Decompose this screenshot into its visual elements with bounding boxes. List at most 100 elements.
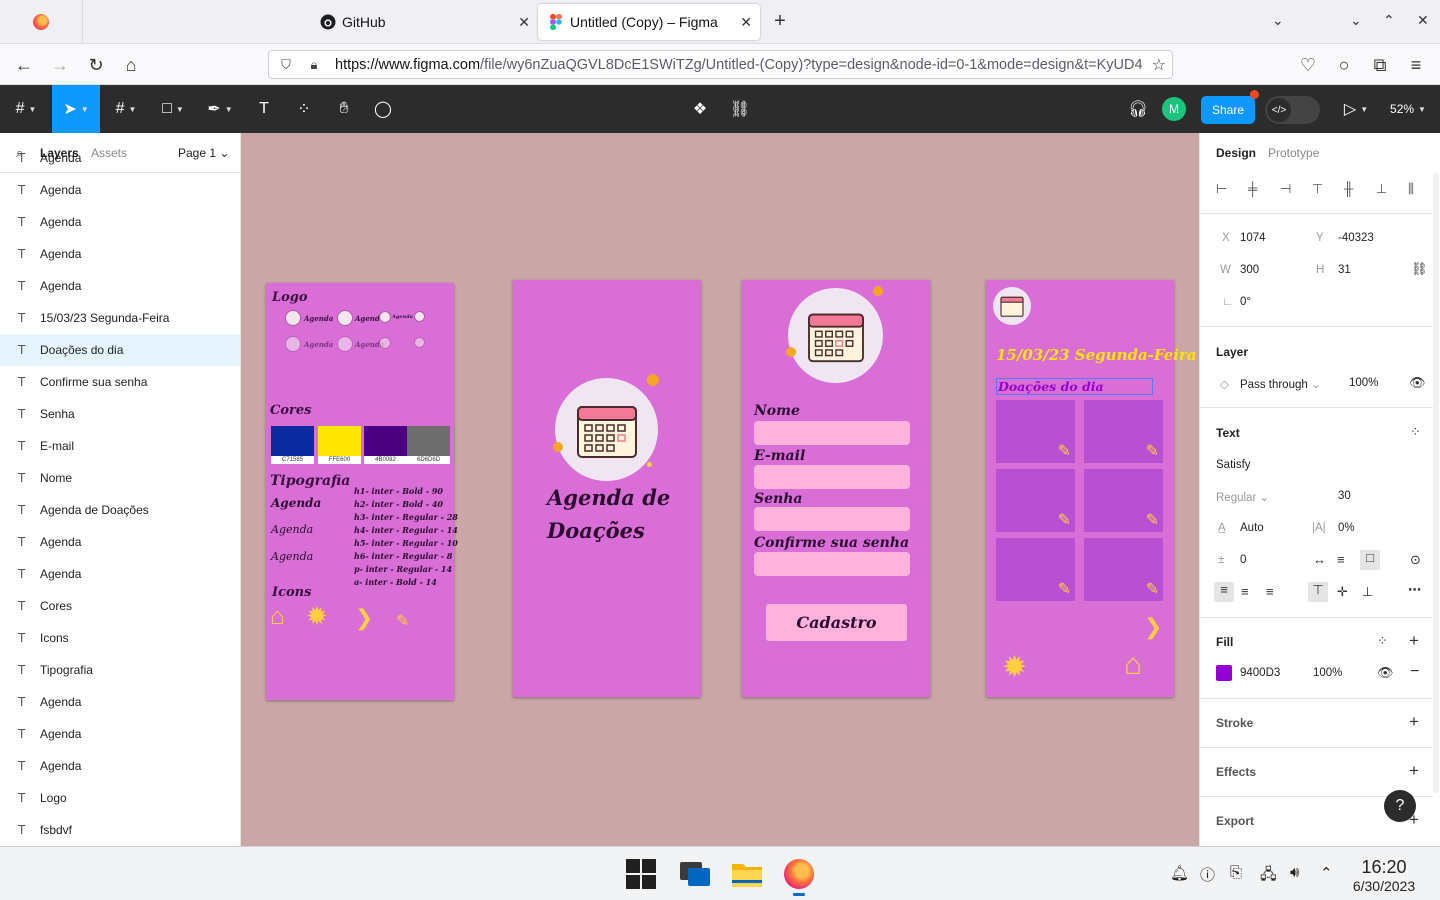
- pencil-icon[interactable]: ✎: [1146, 510, 1159, 530]
- notifications-icon[interactable]: 🔔︎: [1170, 864, 1189, 882]
- start-icon[interactable]: [622, 855, 660, 893]
- layer-item[interactable]: T Agenda: [0, 558, 240, 590]
- layer-item[interactable]: Tfsbdvf: [0, 814, 240, 846]
- align-top-text-icon[interactable]: ⊤: [1308, 582, 1328, 602]
- account-icon[interactable]: ○: [1333, 54, 1355, 76]
- name-field[interactable]: [754, 421, 910, 445]
- email-field[interactable]: [754, 465, 910, 489]
- menu-icon[interactable]: ≡: [1405, 54, 1427, 76]
- text-align-right-icon[interactable]: ≡: [1266, 584, 1274, 599]
- resources-icon[interactable]: ⁘: [288, 85, 320, 133]
- layer-item[interactable]: T Agenda: [0, 142, 240, 174]
- list-all-tabs-icon[interactable]: ⌄: [1272, 12, 1284, 29]
- layer-item[interactable]: T Logo: [0, 782, 240, 814]
- volume-icon[interactable]: 🔊︎: [1290, 864, 1299, 881]
- layer-item[interactable]: T Icons: [0, 622, 240, 654]
- firefox-taskbar-icon[interactable]: [780, 855, 818, 896]
- fill-hex-input[interactable]: 9400D3: [1240, 667, 1280, 679]
- align-middle-text-icon[interactable]: ✛: [1337, 584, 1348, 600]
- eye-icon[interactable]: 👁︎: [1377, 665, 1394, 681]
- layer-item[interactable]: T Agenda: [0, 686, 240, 718]
- layer-item[interactable]: T Tipografia: [0, 654, 240, 686]
- forward-icon[interactable]: →: [49, 54, 71, 76]
- bookmark-star-icon[interactable]: ☆: [1147, 54, 1166, 75]
- type-settings-icon[interactable]: ⊙: [1410, 552, 1421, 568]
- minimize-icon[interactable]: ⌄: [1350, 12, 1362, 29]
- add-stroke-icon[interactable]: +: [1409, 712, 1419, 732]
- donation-card[interactable]: ✎: [996, 400, 1075, 463]
- back-icon[interactable]: ←: [13, 54, 35, 76]
- daily-donations-frame[interactable]: 15/03/23 Segunda-Feira Doações do dia ✎ …: [986, 280, 1197, 697]
- align-left-icon[interactable]: ⊢: [1216, 181, 1227, 197]
- font-family-select[interactable]: Satisfy: [1216, 459, 1251, 471]
- line-height-input[interactable]: Auto: [1240, 522, 1264, 534]
- color-swatch[interactable]: C71585: [271, 426, 314, 464]
- text-tool-icon[interactable]: T: [248, 85, 280, 133]
- layer-item[interactable]: T Agenda: [0, 174, 240, 206]
- headphones-icon[interactable]: 🎧︎: [1122, 85, 1154, 133]
- tab-design[interactable]: Design: [1216, 146, 1256, 160]
- y-input[interactable]: -40323: [1338, 232, 1374, 244]
- component-icon[interactable]: ❖: [684, 85, 716, 133]
- layer-item[interactable]: T Senha: [0, 398, 240, 430]
- layer-item[interactable]: T Agenda: [0, 526, 240, 558]
- height-input[interactable]: 31: [1338, 264, 1351, 276]
- donation-card[interactable]: ✎: [1084, 400, 1163, 463]
- layer-item[interactable]: T Agenda de Doações: [0, 494, 240, 526]
- rotation-input[interactable]: 0°: [1240, 296, 1251, 308]
- fill-styles-icon[interactable]: ⁘: [1377, 633, 1388, 649]
- link-icon[interactable]: ⛓: [724, 85, 756, 133]
- task-view-icon[interactable]: [676, 855, 714, 893]
- tray-overflow-icon[interactable]: ⌃: [1320, 864, 1333, 882]
- donation-card[interactable]: ✎: [996, 538, 1075, 601]
- splash-frame[interactable]: Agenda de Doações: [513, 280, 701, 697]
- paragraph-spacing-input[interactable]: 0: [1240, 554, 1246, 566]
- align-top-icon[interactable]: ⊤: [1312, 181, 1323, 197]
- align-center-horizontal-icon[interactable]: ╪: [1248, 181, 1257, 196]
- text-styles-icon[interactable]: ⁘: [1410, 424, 1421, 440]
- rectangle-tool-icon[interactable]: □ ▼: [153, 85, 193, 133]
- present-icon[interactable]: ▷ ▼: [1336, 85, 1376, 133]
- home-icon[interactable]: ⌂: [120, 54, 142, 76]
- pen-tool-icon[interactable]: ✒ ▼: [199, 85, 241, 133]
- chevron-right-icon[interactable]: ❯: [1144, 614, 1162, 640]
- info-icon[interactable]: ⓘ: [1200, 864, 1215, 885]
- panel-scrollbar[interactable]: [1433, 173, 1439, 793]
- layer-item[interactable]: T Cores: [0, 590, 240, 622]
- style-guide-frame[interactable]: Logo Agenda Agenda Agenda Agenda Agenda …: [266, 283, 458, 700]
- fill-color-swatch[interactable]: [1216, 665, 1232, 681]
- layer-item[interactable]: T Confirme sua senha: [0, 366, 240, 398]
- distribute-icon[interactable]: ⫼: [1408, 181, 1414, 197]
- font-size-input[interactable]: 30: [1338, 490, 1351, 502]
- lock-icon[interactable]: 🔒︎: [303, 57, 325, 73]
- color-swatch[interactable]: FFE600: [318, 426, 361, 464]
- password-field[interactable]: [754, 507, 910, 531]
- layer-item[interactable]: T Agenda: [0, 718, 240, 750]
- add-fill-icon[interactable]: +: [1409, 631, 1419, 651]
- share-button[interactable]: Share: [1201, 96, 1255, 124]
- layer-item[interactable]: T Agenda: [0, 206, 240, 238]
- window-close-icon[interactable]: ✕: [1417, 12, 1429, 29]
- fixed-size-icon[interactable]: □: [1360, 550, 1380, 570]
- tab-figma[interactable]: Untitled (Copy) – Figma ✕: [538, 4, 760, 40]
- pencil-icon[interactable]: ✎: [1058, 510, 1071, 530]
- comment-tool-icon[interactable]: ◯: [367, 85, 399, 133]
- new-tab-button[interactable]: +: [770, 10, 790, 33]
- color-swatch[interactable]: 6D6D6D: [407, 426, 450, 464]
- remove-fill-icon[interactable]: −: [1410, 663, 1419, 681]
- constrain-proportions-icon[interactable]: ⛓: [1411, 261, 1428, 277]
- zoom-menu[interactable]: 52% ▼: [1384, 85, 1432, 133]
- shield-icon[interactable]: ⛉: [275, 57, 297, 73]
- layer-opacity-input[interactable]: 100%: [1349, 377, 1378, 389]
- url-bar[interactable]: ⛉ 🔒︎ https://www.figma.com/file/wy6nZuaQ…: [268, 50, 1173, 79]
- align-bottom-text-icon[interactable]: ⊥: [1362, 584, 1373, 600]
- layer-item[interactable]: T Agenda: [0, 750, 240, 782]
- network-icon[interactable]: 🖧︎: [1260, 864, 1277, 889]
- blend-mode-select[interactable]: Pass through ⌄: [1240, 377, 1321, 391]
- design-canvas[interactable]: Logo Agenda Agenda Agenda Agenda Agenda …: [241, 133, 1199, 846]
- align-middle-icon[interactable]: ╫: [1344, 181, 1353, 196]
- auto-height-icon[interactable]: ≡: [1337, 552, 1345, 567]
- text-align-left-icon[interactable]: ≡: [1214, 582, 1234, 602]
- move-tool-icon[interactable]: ➤ ▼: [52, 85, 100, 133]
- frame-tool-icon[interactable]: # ▼: [106, 85, 146, 133]
